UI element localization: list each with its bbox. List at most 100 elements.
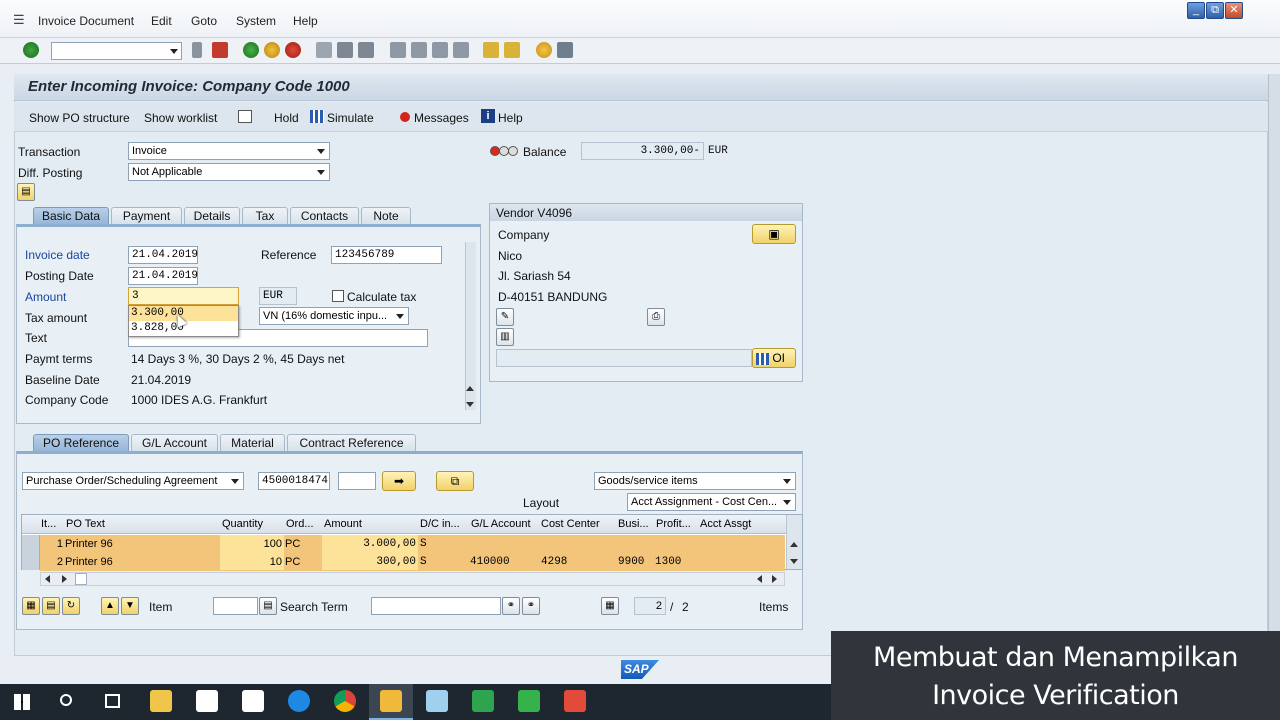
camtasia-icon[interactable] — [518, 690, 540, 712]
store-icon[interactable] — [196, 690, 218, 712]
show-po-structure-button[interactable]: Show PO structure — [29, 111, 130, 125]
create-session-icon[interactable] — [483, 42, 499, 58]
row-quantity[interactable]: 100 — [222, 535, 282, 553]
sap-logon-icon[interactable] — [380, 690, 402, 712]
shortcut-icon[interactable] — [504, 42, 520, 58]
sort-ascending-icon[interactable]: ▲ — [101, 597, 119, 615]
tab-gl-account[interactable]: G/L Account — [131, 434, 218, 452]
expand-header-icon[interactable]: ▤ — [17, 183, 35, 201]
messages-button[interactable]: Messages — [414, 111, 469, 125]
layout-icon[interactable] — [557, 42, 573, 58]
hold-button[interactable]: Hold — [274, 111, 299, 125]
vendor-detail-button[interactable]: ▣ — [752, 224, 796, 244]
col-header-order-unit[interactable]: Ord... — [286, 515, 320, 533]
menu-icon[interactable]: ☰ — [13, 12, 25, 28]
sort-descending-icon[interactable]: ▼ — [121, 597, 139, 615]
select-all-icon[interactable]: ▦ — [22, 597, 40, 615]
multiple-assignment-button[interactable]: ⧉ — [436, 471, 474, 491]
basic-data-scrollbar[interactable] — [465, 242, 476, 410]
simulate-button[interactable]: Simulate — [327, 111, 374, 125]
tab-contacts[interactable]: Contacts — [290, 207, 359, 225]
row-gl-account[interactable]: 410000 — [470, 553, 536, 571]
edge-icon[interactable] — [288, 690, 310, 712]
currency-field[interactable]: EUR — [259, 287, 297, 305]
refresh-icon[interactable]: ↻ — [62, 597, 80, 615]
calculator-icon[interactable]: ▦ — [601, 597, 619, 615]
tab-details[interactable]: Details — [184, 207, 240, 225]
save-icon[interactable] — [212, 42, 228, 58]
po-item-field[interactable] — [338, 472, 376, 490]
row-amount[interactable]: 300,00 — [324, 553, 416, 571]
table-scroll-up-icon[interactable] — [790, 542, 798, 547]
tab-tax[interactable]: Tax — [242, 207, 288, 225]
close-button[interactable]: ✕ — [1225, 2, 1243, 19]
col-header-profit-center[interactable]: Profit... — [656, 515, 698, 533]
col-header-gl-account[interactable]: G/L Account — [471, 515, 539, 533]
amount-field[interactable]: 3 — [128, 287, 239, 305]
chrome-icon[interactable] — [334, 690, 356, 712]
row-selector[interactable] — [22, 535, 40, 553]
camtasia-recorder-icon[interactable] — [564, 690, 586, 712]
row-selector[interactable] — [22, 553, 40, 570]
row-quantity[interactable]: 10 — [222, 553, 282, 571]
vendor-print-icon[interactable]: ⎙ — [647, 308, 665, 326]
last-page-icon[interactable] — [453, 42, 469, 58]
row-cost-center[interactable]: 4298 — [541, 553, 613, 571]
document-type-dropdown[interactable]: Purchase Order/Scheduling Agreement — [22, 472, 244, 490]
first-page-icon[interactable] — [390, 42, 406, 58]
scroll-down-icon[interactable] — [466, 402, 474, 407]
find-next-icon[interactable] — [358, 42, 374, 58]
show-worklist-button[interactable]: Show worklist — [144, 111, 217, 125]
hscroll-right-icon[interactable] — [62, 575, 67, 583]
col-header-cost-center[interactable]: Cost Center — [541, 515, 615, 533]
find-icon[interactable] — [337, 42, 353, 58]
deselect-all-icon[interactable]: ▤ — [42, 597, 60, 615]
tab-payment[interactable]: Payment — [111, 207, 182, 225]
hscroll-left2-icon[interactable] — [757, 575, 762, 583]
row-amount[interactable]: 3.000,00 — [324, 535, 416, 553]
previous-page-icon[interactable] — [411, 42, 427, 58]
search-icon[interactable] — [60, 694, 72, 706]
po-number-field[interactable]: 4500018474 — [258, 472, 330, 490]
menu-invoice-document[interactable]: Invoice Document — [38, 14, 134, 28]
items-type-dropdown[interactable]: Goods/service items — [594, 472, 796, 490]
menu-help[interactable]: Help — [293, 14, 318, 28]
item-search-field[interactable] — [213, 597, 258, 615]
help-button[interactable]: Help — [498, 111, 523, 125]
back-icon[interactable] — [243, 42, 259, 58]
scroll-up-icon[interactable] — [466, 386, 474, 391]
table-scroll-down-icon[interactable] — [790, 559, 798, 564]
col-header-business-area[interactable]: Busi... — [618, 515, 654, 533]
row-profit-center[interactable]: 1300 — [655, 553, 697, 571]
table-horizontal-scrollbar[interactable] — [40, 572, 785, 586]
col-header-acct-assgt[interactable]: Acct Assgt — [700, 515, 780, 533]
enter-icon[interactable] — [23, 42, 39, 58]
search-term-icon[interactable]: ▤ — [259, 597, 277, 615]
next-page-icon[interactable] — [432, 42, 448, 58]
transaction-dropdown[interactable]: Invoice — [128, 142, 330, 160]
hscroll-right2-icon[interactable] — [772, 575, 777, 583]
tab-material[interactable]: Material — [220, 434, 285, 452]
col-header-quantity[interactable]: Quantity — [222, 515, 282, 533]
task-view-icon[interactable] — [105, 694, 120, 708]
document-icon[interactable] — [238, 110, 252, 123]
exit-icon[interactable] — [264, 42, 280, 58]
tab-po-reference[interactable]: PO Reference — [33, 434, 129, 452]
notepad-icon[interactable] — [426, 690, 448, 712]
col-header-item[interactable]: It... — [41, 515, 65, 533]
help-icon[interactable] — [536, 42, 552, 58]
camtasia-player-icon[interactable] — [472, 690, 494, 712]
open-items-button[interactable]: OI — [752, 348, 796, 368]
menu-edit[interactable]: Edit — [151, 14, 172, 28]
search-next-icon[interactable]: ⚭ — [522, 597, 540, 615]
col-header-amount[interactable]: Amount — [324, 515, 414, 533]
right-scroll-track[interactable] — [1268, 74, 1280, 656]
restore-button[interactable]: ⧉ — [1206, 2, 1224, 19]
hscroll-left-icon[interactable] — [45, 575, 50, 583]
vendor-edit-icon[interactable]: ✎ — [496, 308, 514, 326]
mail-icon[interactable] — [242, 690, 264, 712]
search-binoculars-icon[interactable]: ⚭ — [502, 597, 520, 615]
command-field[interactable] — [51, 42, 182, 60]
file-explorer-icon[interactable] — [150, 690, 172, 712]
layout-dropdown[interactable]: Acct Assignment - Cost Cen... — [627, 493, 796, 511]
